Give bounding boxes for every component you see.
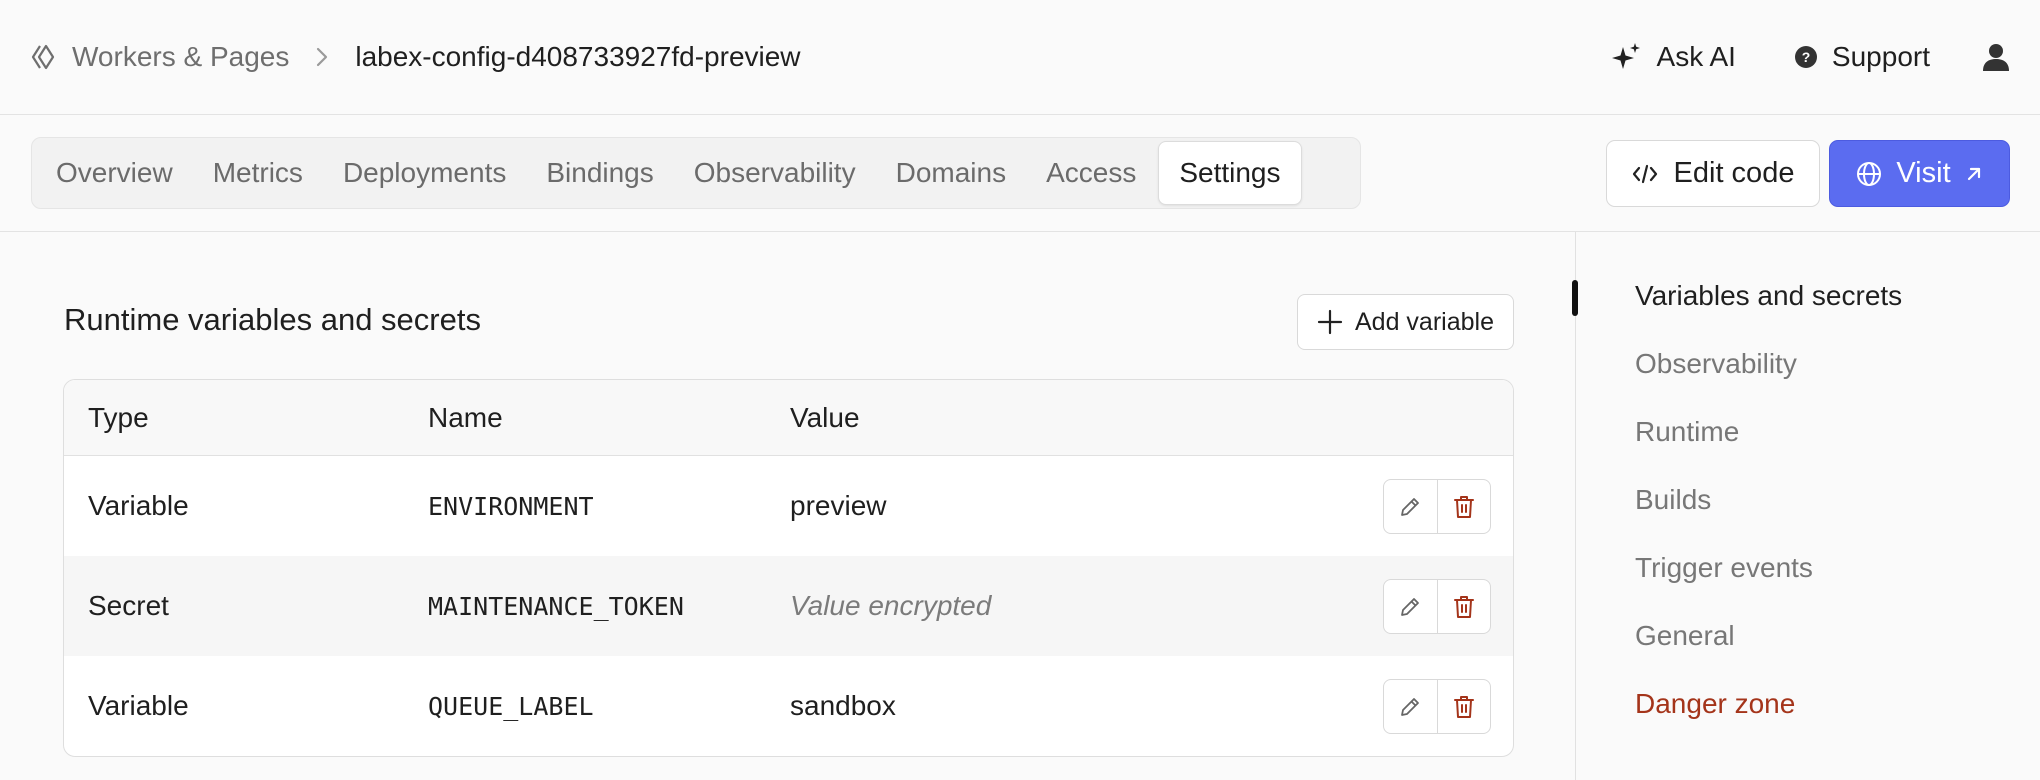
tab-overview[interactable]: Overview (36, 141, 193, 205)
pencil-icon (1401, 597, 1420, 616)
delete-variable-button[interactable] (1436, 480, 1490, 533)
table-row: Variable QUEUE_LABEL sandbox (64, 656, 1513, 756)
nav-general[interactable]: General (1635, 620, 1735, 652)
edit-variable-button[interactable] (1384, 580, 1437, 633)
edit-variable-button[interactable] (1384, 480, 1437, 533)
globe-icon (1856, 161, 1882, 187)
table-header: Type Name Value (64, 380, 1513, 456)
row-actions (1383, 579, 1491, 634)
edit-variable-button[interactable] (1384, 680, 1437, 733)
trash-icon (1453, 495, 1474, 518)
sparkle-icon (1611, 43, 1640, 69)
trash-icon (1453, 695, 1474, 718)
support-button[interactable]: ? Support (1794, 41, 1930, 73)
nav-builds[interactable]: Builds (1635, 484, 1711, 516)
help-circle-icon: ? (1794, 46, 1817, 68)
nav-runtime[interactable]: Runtime (1635, 416, 1739, 448)
add-variable-label: Add variable (1355, 307, 1494, 336)
row-value: preview (790, 490, 887, 521)
chevron-right-icon (315, 46, 329, 68)
visit-label: Visit (1896, 157, 1951, 189)
support-label: Support (1831, 41, 1930, 72)
column-header-name: Name (428, 401, 503, 433)
nav-observability[interactable]: Observability (1635, 348, 1797, 380)
row-name: QUEUE_LABEL (428, 691, 594, 721)
code-icon (1632, 164, 1657, 183)
tab-access[interactable]: Access (1026, 141, 1156, 205)
row-name: MAINTENANCE_TOKEN (428, 591, 684, 621)
tab-metrics[interactable]: Metrics (193, 141, 323, 205)
trash-icon (1453, 595, 1474, 618)
row-type: Variable (88, 690, 189, 721)
row-name: ENVIRONMENT (428, 491, 594, 521)
top-actions: Ask AI ? Support (1553, 41, 2010, 73)
tab-bindings[interactable]: Bindings (526, 141, 673, 205)
arrow-up-right-icon (1965, 165, 1983, 183)
variables-table: Type Name Value Variable ENVIRONMENT pre… (63, 379, 1514, 757)
edit-code-label: Edit code (1673, 157, 1795, 189)
edit-code-button[interactable]: Edit code (1606, 140, 1820, 207)
workers-pages-icon (30, 42, 60, 72)
tabs: Overview Metrics Deployments Bindings Ob… (31, 137, 1361, 209)
row-actions (1383, 679, 1491, 734)
row-value: Value encrypted (790, 590, 992, 621)
ask-ai-button[interactable]: Ask AI (1611, 41, 1736, 73)
user-avatar-icon[interactable] (1982, 42, 2010, 72)
visit-button[interactable]: Visit (1829, 140, 2010, 207)
section-title: Runtime variables and secrets (64, 302, 481, 337)
pencil-icon (1401, 697, 1420, 716)
tab-bar: Overview Metrics Deployments Bindings Ob… (0, 115, 2040, 232)
nav-danger-zone[interactable]: Danger zone (1635, 688, 1795, 720)
svg-text:?: ? (1802, 49, 1811, 65)
ask-ai-label: Ask AI (1656, 41, 1736, 72)
plus-icon (1317, 309, 1343, 335)
tab-domains[interactable]: Domains (876, 141, 1026, 205)
table-row: Variable ENVIRONMENT preview (64, 456, 1513, 556)
row-type: Variable (88, 490, 189, 521)
column-header-type: Type (88, 401, 149, 433)
active-section-indicator (1572, 280, 1578, 316)
row-value: sandbox (790, 690, 896, 721)
breadcrumb: Workers & Pages labex-config-d408733927f… (30, 41, 801, 73)
add-variable-button[interactable]: Add variable (1297, 294, 1514, 350)
row-actions (1383, 479, 1491, 534)
breadcrumb-workers-pages[interactable]: Workers & Pages (72, 41, 289, 73)
settings-section-nav: Variables and secrets Observability Runt… (1572, 232, 2040, 780)
tab-deployments[interactable]: Deployments (323, 141, 526, 205)
top-bar: Workers & Pages labex-config-d408733927f… (0, 0, 2040, 115)
row-type: Secret (88, 590, 169, 621)
delete-variable-button[interactable] (1436, 680, 1490, 733)
breadcrumb-project: labex-config-d408733927fd-preview (355, 41, 801, 72)
delete-variable-button[interactable] (1436, 580, 1490, 633)
table-row: Secret MAINTENANCE_TOKEN Value encrypted (64, 556, 1513, 656)
tab-observability[interactable]: Observability (674, 141, 876, 205)
tab-settings[interactable]: Settings (1158, 141, 1302, 205)
nav-variables-and-secrets[interactable]: Variables and secrets (1635, 280, 1902, 312)
pencil-icon (1401, 497, 1420, 516)
nav-trigger-events[interactable]: Trigger events (1635, 552, 1813, 584)
column-header-value: Value (790, 401, 860, 433)
